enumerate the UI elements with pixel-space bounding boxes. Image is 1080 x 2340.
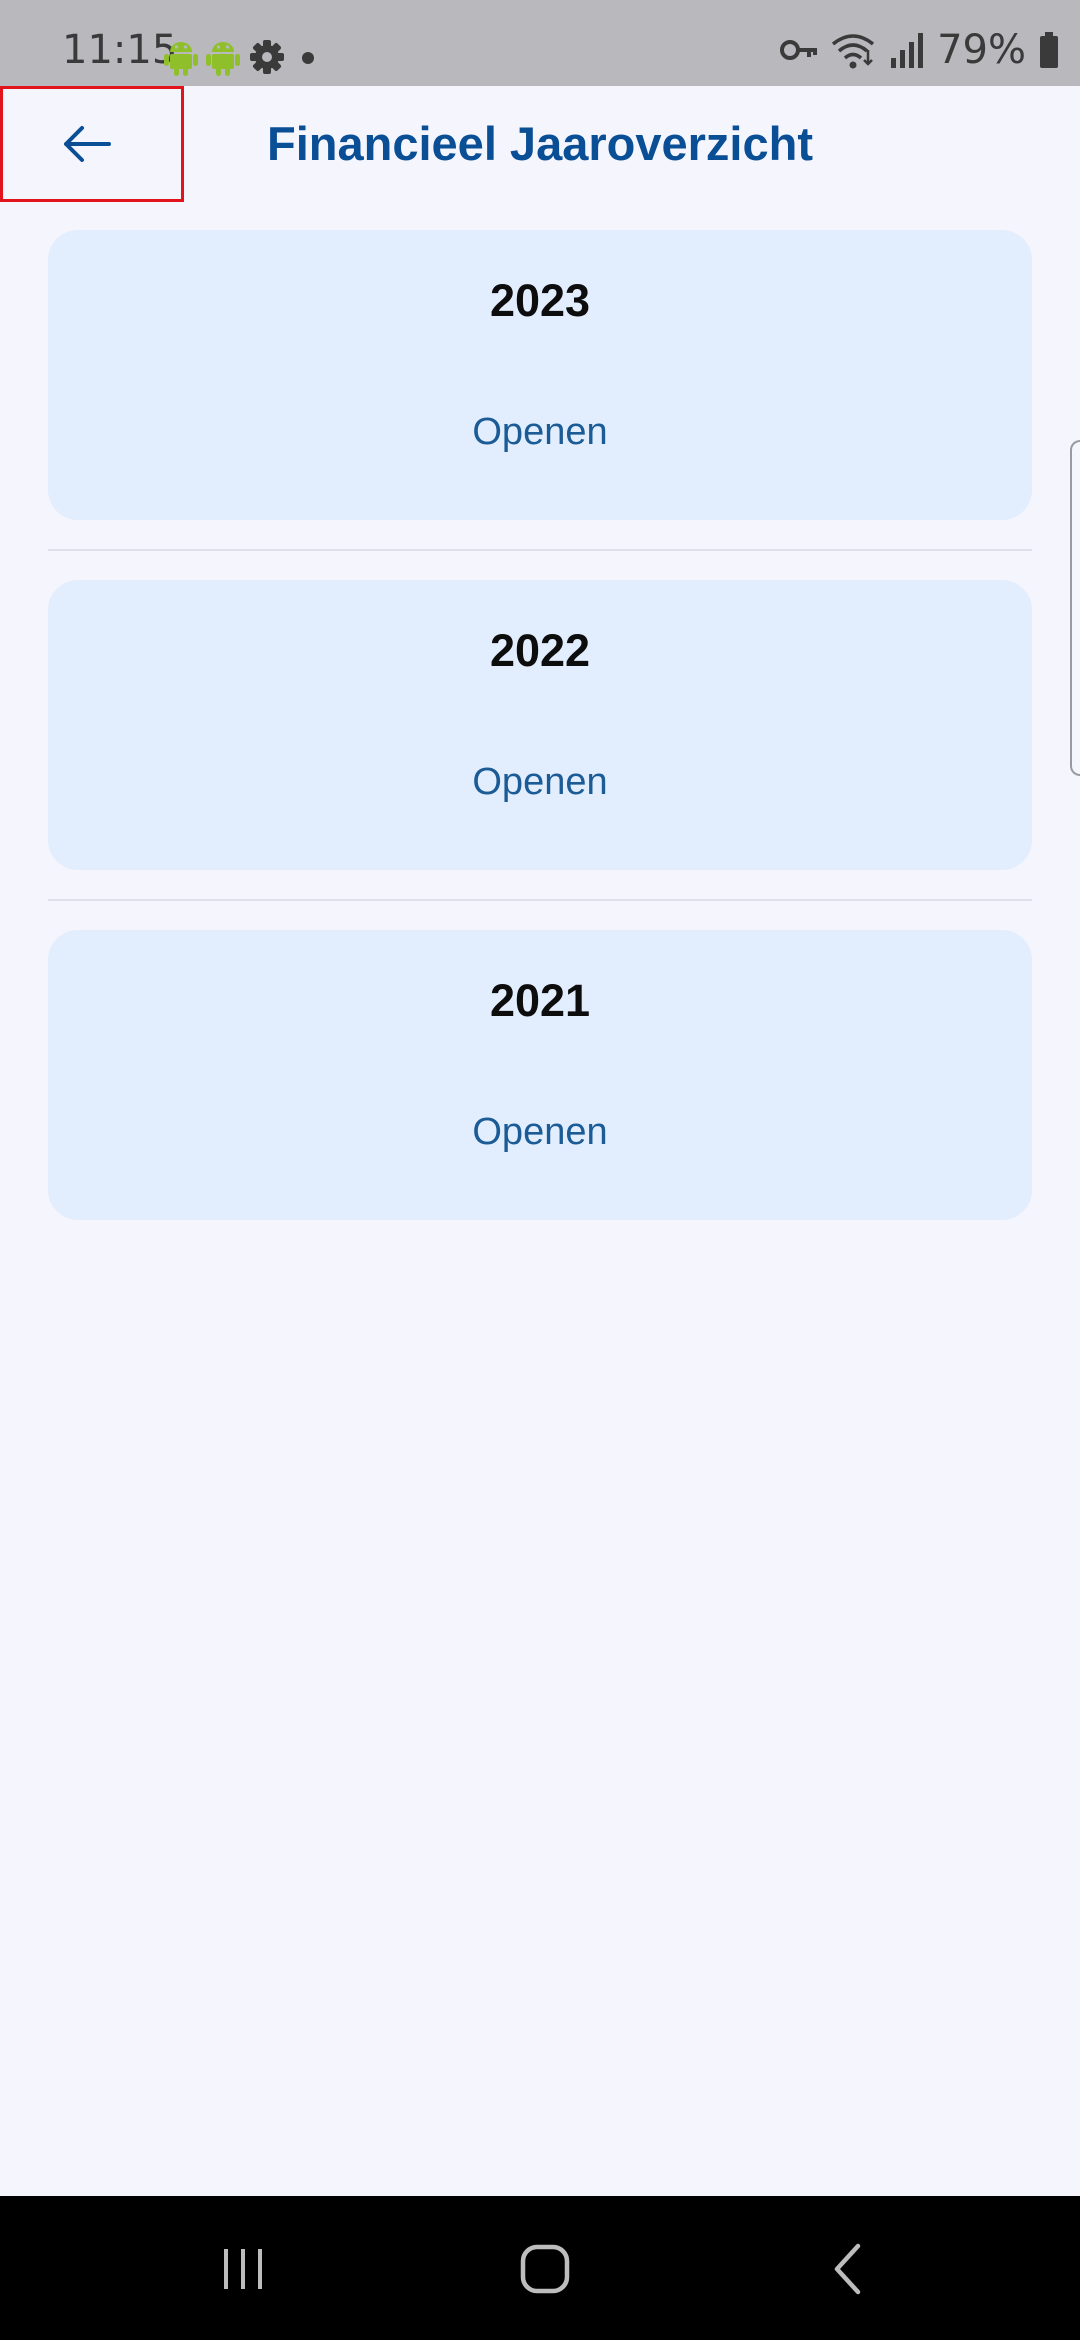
arrow-left-icon — [64, 126, 111, 162]
divider — [48, 899, 1032, 901]
open-button[interactable]: Openen — [48, 410, 1032, 456]
system-status-icons: 79% — [779, 30, 1060, 70]
vpn-key-icon — [780, 40, 818, 60]
recent-apps-icon — [224, 2249, 262, 2289]
year-card: 2023 Openen — [48, 230, 1032, 520]
open-button[interactable]: Openen — [48, 1110, 1032, 1156]
battery-icon — [1040, 32, 1058, 68]
battery-percentage: 79% — [937, 27, 1026, 73]
year-card: 2021 Openen — [48, 930, 1032, 1220]
year-card: 2022 Openen — [48, 580, 1032, 870]
divider — [48, 549, 1032, 551]
year-list: 2023 Openen 2022 Openen 2021 Openen — [48, 230, 1032, 1220]
back-icon — [834, 2243, 861, 2295]
signal-icon — [891, 33, 924, 68]
back-nav-button[interactable] — [808, 2234, 888, 2304]
open-button[interactable]: Openen — [48, 760, 1032, 806]
home-icon — [520, 2244, 570, 2294]
home-button[interactable] — [505, 2234, 585, 2304]
wifi-icon — [832, 34, 875, 69]
notification-icons — [164, 38, 320, 76]
year-label: 2023 — [489, 275, 591, 326]
back-button[interactable] — [0, 86, 184, 202]
status-bar: 11:15 79% — [0, 0, 1080, 86]
android-icon — [206, 42, 240, 76]
recent-apps-button[interactable] — [203, 2234, 283, 2304]
app-bar: Financieel Jaaroverzicht — [0, 86, 1080, 204]
page-title: Financieel Jaaroverzicht — [267, 117, 813, 170]
year-label: 2021 — [489, 975, 591, 1026]
status-time: 11:15 — [62, 27, 178, 73]
android-icon — [164, 42, 198, 76]
year-label: 2022 — [489, 625, 591, 676]
edge-panel-handle[interactable] — [1070, 440, 1080, 776]
dot-icon — [302, 52, 314, 64]
navigation-bar — [0, 2196, 1080, 2340]
settings-gear-icon — [250, 40, 284, 74]
